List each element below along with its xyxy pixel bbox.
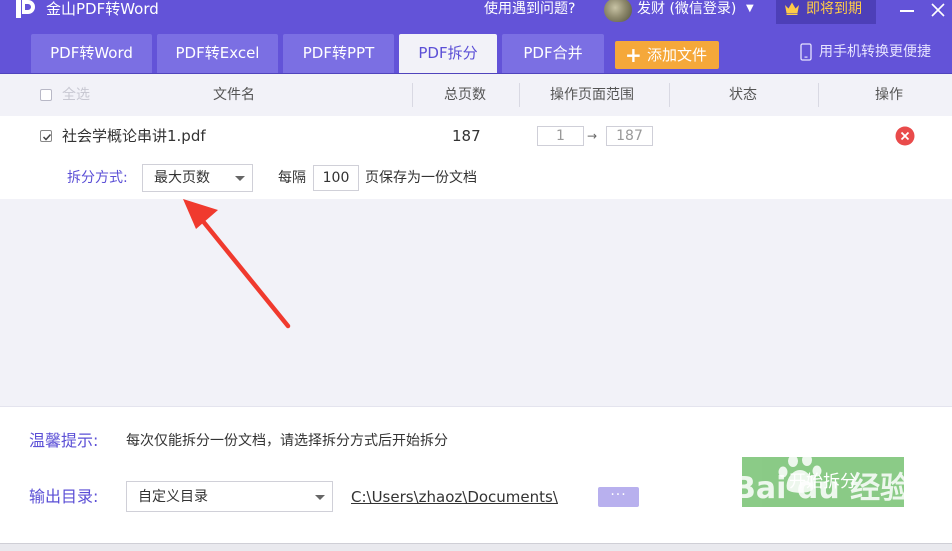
column-header-actions: 操作	[875, 87, 903, 103]
column-header-total-pages: 总页数	[444, 87, 486, 103]
title-bar: 金山PDF转Word 使用遇到问题? 发财 (微信登录) ▼ 即将到期	[0, 0, 952, 32]
window-close-icon[interactable]	[926, 0, 950, 22]
arrow-right-icon: →	[587, 129, 598, 143]
output-dir-label: 输出目录:	[29, 487, 99, 506]
plus-icon: +	[625, 43, 642, 67]
split-mode-label: 拆分方式:	[67, 170, 128, 186]
vip-label: 即将到期	[806, 1, 862, 17]
column-divider	[818, 83, 819, 107]
chevron-down-icon	[235, 176, 245, 181]
add-file-label: 添加文件	[647, 46, 708, 64]
browse-button[interactable]: ···	[598, 487, 639, 507]
chevron-down-icon[interactable]: ▼	[746, 1, 754, 17]
app-title: 金山PDF转Word	[46, 0, 159, 18]
tab-pdf-to-ppt[interactable]: PDF转PPT	[283, 34, 394, 73]
output-path-link[interactable]: C:\Users\zhaoz\Documents\	[351, 488, 558, 506]
select-all-checkbox[interactable]	[40, 89, 52, 101]
table-row: 社会学概论串讲1.pdf 187 1 → 187	[0, 116, 952, 158]
split-mode-select[interactable]: 最大页数	[142, 164, 253, 192]
split-mode-value: 最大页数	[154, 170, 210, 186]
phone-icon[interactable]	[800, 43, 812, 61]
range-from-input[interactable]: 1	[537, 126, 584, 146]
avatar[interactable]	[604, 0, 632, 22]
row-checkbox[interactable]	[40, 130, 52, 142]
tip-label: 温馨提示:	[29, 431, 99, 450]
select-all-label[interactable]: 全选	[62, 86, 90, 104]
total-pages: 187	[452, 127, 481, 145]
column-header-status: 状态	[729, 87, 757, 103]
delete-icon[interactable]	[895, 126, 915, 146]
column-divider	[669, 83, 670, 107]
split-settings-row: 拆分方式: 最大页数 每隔 100 页保存为一份文档	[0, 157, 952, 200]
file-name: 社会学概论串讲1.pdf	[62, 127, 206, 145]
crown-icon	[785, 2, 799, 15]
column-divider	[412, 83, 413, 107]
tab-bar: PDF转Word PDF转Excel PDF转PPT PDF拆分 PDF合并 +…	[0, 32, 952, 74]
add-file-button[interactable]: + 添加文件	[615, 41, 719, 69]
chevron-down-icon	[315, 494, 325, 500]
minimize-icon	[900, 10, 914, 12]
checkmark-icon	[42, 133, 52, 141]
app-logo-icon	[16, 0, 35, 18]
user-name[interactable]: 发财 (微信登录)	[637, 0, 736, 18]
every-suffix-label: 页保存为一份文档	[365, 170, 477, 186]
tab-pdf-split[interactable]: PDF拆分	[399, 34, 497, 73]
annotation-arrow-icon	[183, 199, 291, 329]
bottom-panel: 温馨提示: 每次仅能拆分一份文档，请选择拆分方式后开始拆分 输出目录: 自定义目…	[0, 406, 952, 544]
minimize-button[interactable]	[895, 0, 919, 22]
table-header: 全选 文件名 总页数 操作页面范围 状态 操作	[0, 74, 952, 117]
vip-button[interactable]: 即将到期	[776, 0, 876, 24]
column-header-filename: 文件名	[213, 87, 255, 103]
help-link[interactable]: 使用遇到问题?	[484, 0, 575, 18]
pages-per-file-input[interactable]: 100	[313, 165, 359, 191]
every-label: 每隔	[278, 170, 306, 186]
tab-pdf-to-excel[interactable]: PDF转Excel	[157, 34, 278, 73]
column-divider	[519, 83, 520, 107]
output-dir-mode: 自定义目录	[138, 489, 208, 505]
tab-pdf-to-word[interactable]: PDF转Word	[31, 34, 152, 73]
range-to-input[interactable]: 187	[606, 126, 653, 146]
phone-convert-link[interactable]: 用手机转换更便捷	[819, 43, 931, 61]
tab-pdf-merge[interactable]: PDF合并	[502, 34, 604, 73]
output-dir-select[interactable]: 自定义目录	[126, 481, 333, 512]
start-split-button[interactable]: 开始拆分	[742, 457, 904, 507]
column-header-page-range: 操作页面范围	[550, 87, 634, 103]
tip-text: 每次仅能拆分一份文档，请选择拆分方式后开始拆分	[126, 433, 448, 449]
file-list-empty-area	[0, 199, 952, 406]
